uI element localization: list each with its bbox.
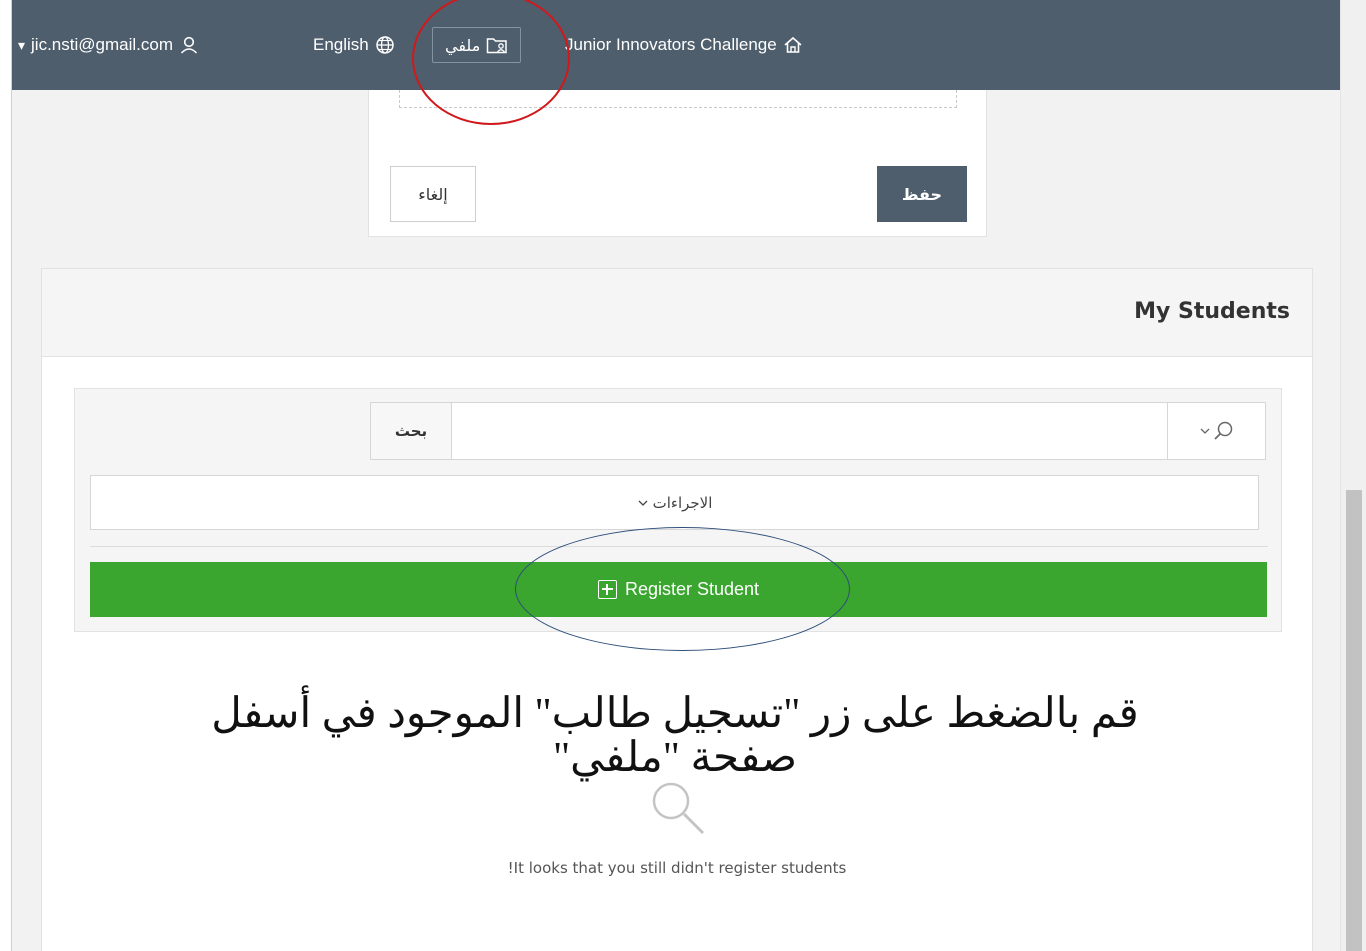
app-title: Junior Innovators Challenge	[565, 35, 777, 54]
cancel-button[interactable]: إلغاء	[390, 166, 476, 222]
panel-header: My Students	[42, 269, 1312, 357]
globe-icon	[376, 36, 394, 54]
user-menu[interactable]: ▾ jic.nsti@gmail.com	[18, 31, 199, 59]
home-icon	[784, 36, 802, 53]
register-highlight-circle	[515, 527, 850, 651]
empty-state-message: !It looks that you still didn't register…	[507, 859, 847, 877]
magnifier-icon	[652, 782, 705, 835]
search-options-button[interactable]	[1167, 403, 1265, 459]
search-icon	[1213, 421, 1232, 440]
app-home-link[interactable]: Junior Innovators Challenge	[565, 31, 803, 59]
chevron-down-icon	[1200, 428, 1209, 434]
window-left-edge	[0, 0, 12, 951]
language-switcher[interactable]: English	[313, 31, 395, 59]
actions-menu-button[interactable]: الاجراءات	[90, 475, 1259, 530]
actions-label: الاجراءات	[652, 493, 713, 512]
search-input[interactable]	[452, 403, 1168, 459]
scrollbar-thumb[interactable]	[1346, 490, 1362, 951]
chevron-down-icon	[638, 500, 648, 506]
page-scrollbar[interactable]	[1340, 0, 1366, 951]
user-email: jic.nsti@gmail.com	[31, 35, 173, 54]
top-navigation-bar: ▾ jic.nsti@gmail.com English ملفي Junior…	[12, 0, 1340, 90]
save-button[interactable]: حفظ	[877, 166, 967, 222]
language-label: English	[313, 35, 369, 54]
search-button[interactable]: بحث	[371, 403, 452, 459]
user-menu-caret: ▾	[18, 36, 26, 53]
user-icon	[180, 36, 198, 54]
instruction-text: قم بالضغط على زر "تسجيل طالب" الموجود في…	[211, 691, 1139, 781]
panel-title: My Students	[1134, 299, 1290, 324]
search-bar: بحث	[370, 402, 1266, 460]
